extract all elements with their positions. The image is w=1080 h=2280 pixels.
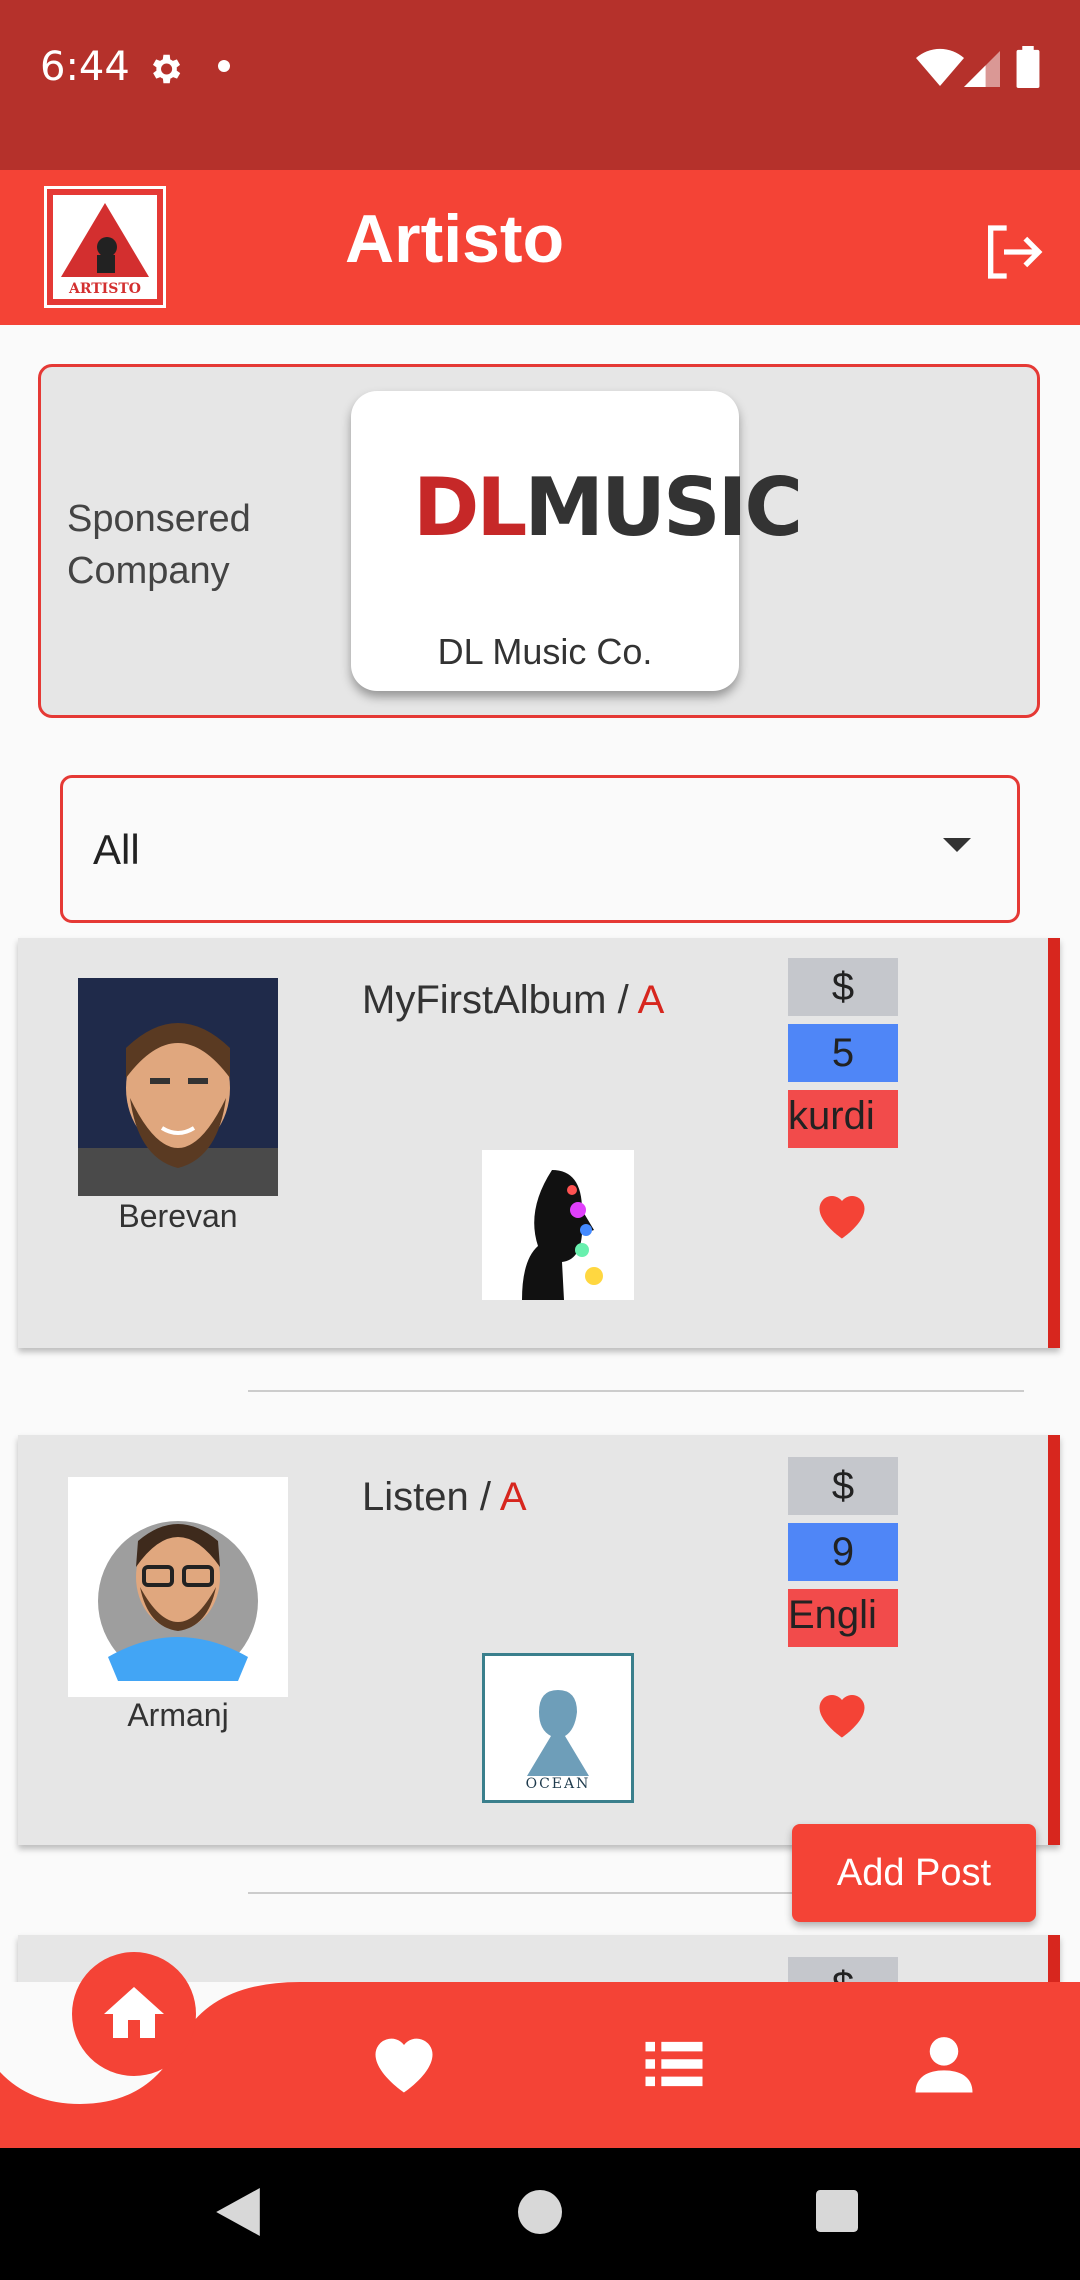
author-name: Berevan [118, 1198, 238, 1234]
heart-icon[interactable] [812, 1186, 872, 1246]
artisto-logo-icon: ARTISTO [61, 203, 149, 297]
category-filter-dropdown[interactable]: All [60, 775, 1020, 923]
cell-signal-icon [964, 51, 1000, 87]
caret-down-icon [943, 838, 971, 852]
app-bar: ARTISTO Artisto [0, 170, 1080, 325]
svg-text:ARTISTO: ARTISTO [68, 281, 141, 297]
dropdown-selected-value: All [93, 826, 140, 873]
post-title: MyFirstAlbum / A [362, 978, 665, 1022]
nav-home-button[interactable] [72, 1952, 196, 2076]
settings-icon [152, 54, 181, 84]
post-card[interactable]: Berevan MyFirstAlbum / A $ 5 kurdi [18, 938, 1060, 1348]
sponsor-label: Sponsered Company [67, 498, 251, 592]
home-icon [104, 1987, 164, 2038]
wifi-icon [916, 48, 964, 86]
post-grade: A [499, 1475, 527, 1519]
post-grade: A [637, 978, 665, 1022]
count-badge: 5 [788, 1024, 898, 1082]
author-avatar [78, 978, 278, 1196]
company-logo: DLMUSIC [413, 461, 803, 554]
author-name: Armanj [127, 1697, 229, 1733]
price-badge: $ [788, 1457, 898, 1515]
price-badge: $ [788, 958, 898, 1016]
sponsored-company-card[interactable]: DLMUSIC DL Music Co. [351, 391, 803, 691]
svg-text:OCEAN: OCEAN [526, 1776, 591, 1792]
card-accent-bar [1048, 938, 1060, 1348]
person-icon[interactable] [906, 2026, 982, 2102]
post-card[interactable]: Armanj Listen / A OCEAN $ 9 Engli [18, 1435, 1060, 1845]
status-bar: 6:44 [0, 0, 1080, 170]
list-icon[interactable] [636, 2026, 712, 2102]
count-badge: 9 [788, 1523, 898, 1581]
status-time: 6:44 [40, 44, 130, 90]
author-avatar [68, 1477, 288, 1697]
language-badge: kurdi [788, 1090, 898, 1148]
divider [248, 1390, 1024, 1392]
app-logo: ARTISTO [44, 186, 166, 308]
company-name: DL Music Co. [437, 631, 653, 672]
logout-icon[interactable] [980, 220, 1044, 284]
card-accent-bar [1048, 1435, 1060, 1845]
notification-dot-icon [218, 60, 230, 72]
recents-icon[interactable] [816, 2190, 858, 2232]
heart-icon[interactable] [366, 2026, 442, 2102]
home-circle-icon[interactable] [518, 2190, 562, 2234]
post-title: Listen / A [362, 1475, 527, 1519]
language-badge: Engli [788, 1589, 898, 1647]
bottom-navigation [0, 1952, 1080, 2148]
app-title: Artisto [345, 201, 565, 277]
add-post-button[interactable]: Add Post [792, 1824, 1036, 1922]
system-navigation-bar [0, 2148, 1080, 2280]
heart-icon[interactable] [812, 1685, 872, 1745]
album-cover[interactable] [482, 1150, 634, 1300]
back-icon[interactable] [216, 2188, 260, 2236]
battery-icon [1016, 46, 1040, 88]
album-cover[interactable]: OCEAN [482, 1653, 634, 1803]
sponsor-card: Sponsered Company DLMUSIC DL Music Co. [38, 364, 1040, 718]
